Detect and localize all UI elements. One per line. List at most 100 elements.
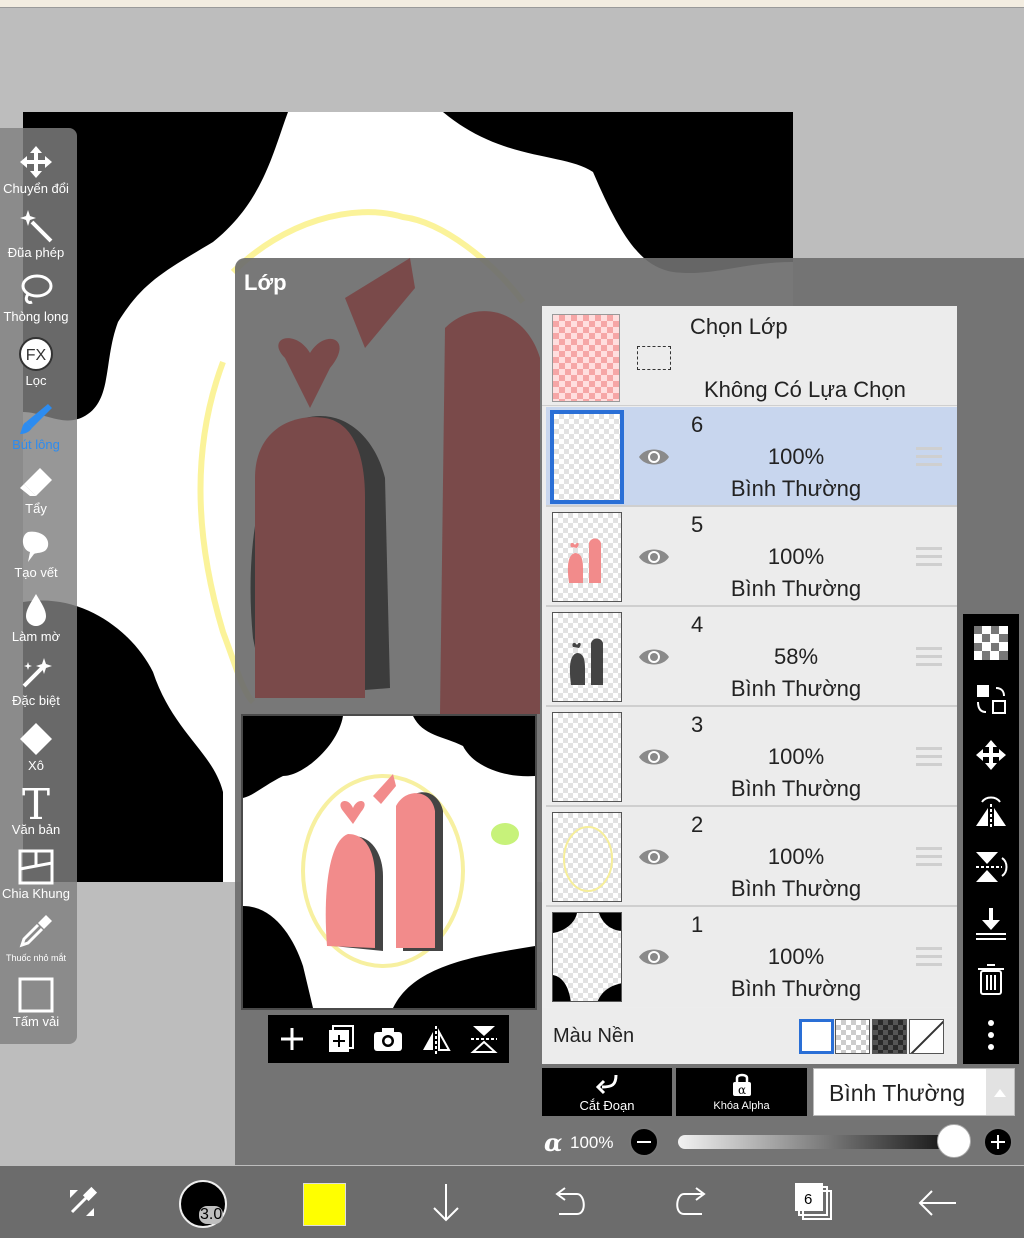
redo-icon[interactable] — [668, 1180, 716, 1226]
layer-row-5[interactable]: 5 100% Bình Thường — [546, 507, 957, 607]
layer-swap-icon[interactable] — [974, 682, 1008, 716]
tool-label: Thòng lọng — [3, 309, 69, 324]
bucket-icon — [20, 723, 52, 755]
eye-icon[interactable] — [637, 743, 671, 771]
arrow-down-icon[interactable] — [422, 1180, 470, 1226]
alpha-lock-button[interactable]: α Khóa Alpha — [676, 1068, 807, 1116]
rotate-flip-horizontal-icon[interactable] — [974, 794, 1008, 828]
flip-vertical-icon[interactable] — [467, 1022, 501, 1056]
tool-brush[interactable]: Bút lông — [0, 396, 72, 460]
current-color-swatch[interactable] — [303, 1183, 346, 1226]
layer-thumbnail — [552, 612, 622, 702]
eye-icon[interactable] — [637, 843, 671, 871]
tool-frame-divider[interactable]: Chia Khung — [0, 845, 72, 909]
transparency-checker-icon[interactable] — [974, 626, 1008, 660]
eye-icon[interactable] — [637, 943, 671, 971]
trash-icon[interactable] — [974, 962, 1008, 996]
layer-panel-title: Lớp — [244, 270, 287, 295]
top-status-line — [0, 0, 1024, 8]
frame-divider-icon — [18, 849, 54, 885]
clipping-button[interactable]: Cắt Đoạn — [542, 1068, 672, 1116]
selection-layer-row[interactable]: Chọn Lớp Không Có Lựa Chọn — [542, 306, 957, 406]
drag-handle-icon[interactable] — [916, 647, 942, 667]
clipping-arrow-icon — [595, 1074, 618, 1095]
layer-row-1[interactable]: 1 100% Bình Thường — [546, 907, 957, 1007]
drag-handle-icon[interactable] — [916, 947, 942, 967]
layer-thumbnail — [552, 512, 622, 602]
tool-label: Chia Khung — [2, 886, 70, 901]
tool-sidebar: Chuyển đổi Đũa phép Thòng lọng FX Lọc Bú… — [0, 128, 77, 1044]
more-options-icon[interactable] — [974, 1018, 1008, 1052]
blend-mode-select[interactable]: Bình Thường — [813, 1068, 1015, 1116]
layers-stack-icon — [795, 1183, 832, 1220]
tool-text[interactable]: T Văn bản — [0, 781, 72, 845]
layer-row-6[interactable]: 6 100% Bình Thường — [546, 407, 957, 507]
merge-down-icon[interactable] — [974, 906, 1008, 940]
preview-toolbar — [268, 1015, 509, 1063]
layer-opacity: 100% — [767, 544, 825, 569]
camera-icon[interactable] — [371, 1022, 405, 1056]
opacity-slider[interactable] — [678, 1135, 954, 1149]
lock-icon: α — [732, 1073, 751, 1097]
eye-icon[interactable] — [637, 443, 671, 471]
bg-white-swatch[interactable] — [799, 1019, 834, 1054]
layer-number: 4 — [691, 612, 704, 637]
opacity-increase-button[interactable] — [983, 1127, 1013, 1157]
tool-special[interactable]: Đặc biệt — [0, 652, 72, 716]
blend-dropdown-arrow[interactable] — [986, 1069, 1014, 1115]
tool-label: Chuyển đổi — [3, 181, 69, 196]
drag-handle-icon[interactable] — [916, 747, 942, 767]
layer-opacity: 100% — [767, 944, 825, 969]
undo-icon[interactable] — [545, 1180, 593, 1226]
layers-button[interactable]: 6 — [795, 1183, 835, 1223]
layer-row-4[interactable]: 4 58% Bình Thường — [546, 607, 957, 707]
eye-icon[interactable] — [637, 643, 671, 671]
add-layer-icon[interactable] — [275, 1022, 309, 1056]
brush-size-button[interactable]: 3.0 — [179, 1180, 227, 1228]
layer-number: 3 — [691, 712, 704, 737]
quick-menu-icon[interactable] — [58, 1180, 106, 1226]
tool-filter[interactable]: FX Lọc — [0, 332, 72, 396]
layer-row-2[interactable]: 2 100% Bình Thường — [546, 807, 957, 907]
layer-thumbnail — [552, 812, 622, 902]
layer-row-3[interactable]: 3 100% Bình Thường — [546, 707, 957, 807]
layer-opacity: 100% — [767, 744, 825, 769]
special-sparkle-icon — [22, 658, 52, 688]
blend-mode-value: Bình Thường — [829, 1080, 966, 1106]
drag-handle-icon[interactable] — [916, 447, 942, 467]
opacity-value: 100% — [570, 1133, 614, 1152]
tool-eyedropper[interactable]: Thuốc nhỏ mắt — [0, 909, 72, 973]
layer-number: 1 — [691, 912, 704, 937]
drag-handle-icon[interactable] — [916, 847, 942, 867]
layer-blend-mode: Bình Thường — [730, 876, 862, 901]
back-arrow-icon[interactable] — [914, 1180, 962, 1226]
bg-dark-checker-swatch[interactable] — [872, 1019, 907, 1054]
layer-list: Chọn Lớp Không Có Lựa Chọn 6 100% Bình T… — [542, 306, 957, 1064]
tool-label: Đũa phép — [7, 245, 65, 260]
tool-eraser[interactable]: Tẩy — [0, 460, 72, 524]
tool-blur[interactable]: Làm mờ — [0, 588, 72, 652]
flip-horizontal-icon[interactable] — [419, 1022, 453, 1056]
lasso-icon — [21, 274, 53, 304]
tool-label: Bút lông — [12, 437, 60, 452]
tool-lasso[interactable]: Thòng lọng — [0, 268, 72, 332]
bg-none-swatch[interactable] — [909, 1019, 944, 1054]
tool-bucket[interactable]: Xô — [0, 717, 72, 781]
minus-icon — [637, 1141, 651, 1143]
svg-text:α: α — [737, 1083, 745, 1097]
duplicate-layer-icon[interactable] — [323, 1022, 357, 1056]
tool-smudge[interactable]: Tạo vết — [0, 524, 72, 588]
tool-canvas[interactable]: Tấm vải — [0, 973, 72, 1037]
layer-blend-mode: Bình Thường — [730, 576, 862, 601]
alpha-symbol: α — [544, 1128, 563, 1157]
opacity-decrease-button[interactable] — [629, 1127, 659, 1157]
drag-handle-icon[interactable] — [916, 547, 942, 567]
opacity-slider-thumb[interactable] — [937, 1124, 971, 1158]
bg-checker-swatch[interactable] — [835, 1019, 870, 1054]
rotate-flip-vertical-icon[interactable] — [974, 850, 1008, 884]
tool-transform[interactable]: Chuyển đổi — [0, 140, 72, 204]
tool-magic-wand[interactable]: Đũa phép — [0, 204, 72, 268]
move-layer-icon[interactable] — [974, 738, 1008, 772]
eye-icon[interactable] — [637, 543, 671, 571]
plus-icon — [991, 1135, 1005, 1149]
